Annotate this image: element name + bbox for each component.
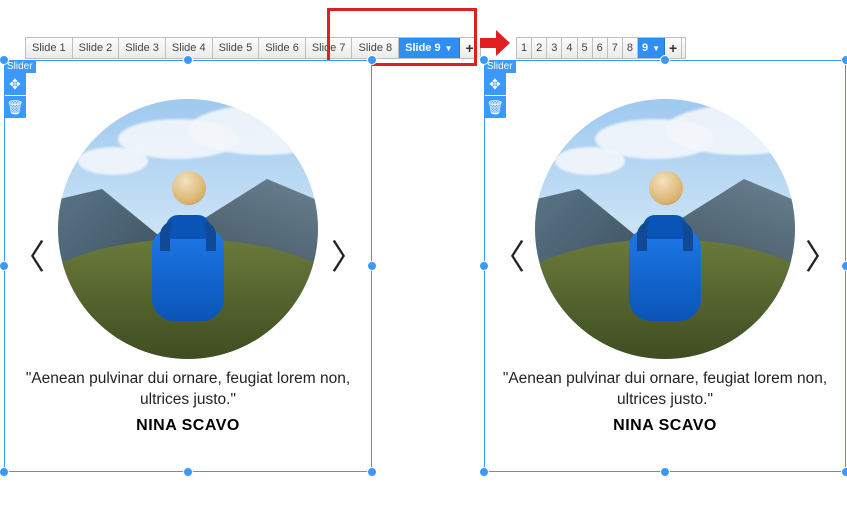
- tab-7[interactable]: 7: [608, 38, 623, 58]
- resize-handle[interactable]: [479, 261, 489, 271]
- slide-image: [58, 99, 318, 359]
- slider-widget-left[interactable]: Slider ✥ 🗑 〈 〉 "Aenean pulvinar dui orna…: [4, 60, 372, 472]
- tab-8[interactable]: 8: [623, 38, 638, 58]
- tab-slide-6[interactable]: Slide 6: [259, 38, 306, 58]
- prev-slide-button[interactable]: 〈: [11, 241, 45, 275]
- tab-slide-9-active[interactable]: Slide 9 ▼: [399, 38, 459, 58]
- tab-slide-5[interactable]: Slide 5: [213, 38, 260, 58]
- next-slide-button[interactable]: 〉: [331, 241, 365, 275]
- move-button[interactable]: ✥: [484, 73, 506, 95]
- add-slide-button[interactable]: +: [460, 38, 481, 58]
- widget-toolbox: ✥ 🗑: [484, 73, 506, 118]
- delete-button[interactable]: 🗑: [484, 96, 506, 118]
- resize-handle[interactable]: [367, 261, 377, 271]
- widget-toolbox: ✥ 🗑: [4, 73, 26, 118]
- tab-5[interactable]: 5: [578, 38, 593, 58]
- move-icon: ✥: [489, 76, 501, 93]
- next-slide-button[interactable]: 〉: [805, 241, 839, 275]
- slide-quote: "Aenean pulvinar dui ornare, feugiat lor…: [5, 369, 371, 411]
- annotation-arrow-icon: [480, 30, 510, 56]
- tab-label: Slide 9: [405, 42, 440, 54]
- move-icon: ✥: [9, 76, 21, 93]
- slide-author: NINA SCAVO: [485, 417, 845, 435]
- tab-slide-1[interactable]: Slide 1: [26, 38, 73, 58]
- tab-4[interactable]: 4: [562, 38, 577, 58]
- resize-handle[interactable]: [183, 55, 193, 65]
- widget-tag: Slider: [4, 60, 36, 73]
- trash-icon: 🗑: [6, 99, 24, 116]
- chevron-down-icon: ▼: [445, 44, 453, 53]
- chevron-down-icon: ▼: [652, 44, 660, 53]
- tab-3[interactable]: 3: [547, 38, 562, 58]
- slider-widget-right[interactable]: Slider ✥ 🗑 〈 〉 "Aenean pulvinar dui orna…: [484, 60, 846, 472]
- resize-handle[interactable]: [660, 467, 670, 477]
- resize-handle[interactable]: [841, 467, 847, 477]
- tab-slide-2[interactable]: Slide 2: [73, 38, 120, 58]
- slide-image: [535, 99, 795, 359]
- resize-handle[interactable]: [479, 467, 489, 477]
- delete-button[interactable]: 🗑: [4, 96, 26, 118]
- tab-slide-7[interactable]: Slide 7: [306, 38, 353, 58]
- slide-quote: "Aenean pulvinar dui ornare, feugiat lor…: [485, 369, 845, 411]
- resize-handle[interactable]: [183, 467, 193, 477]
- prev-slide-button[interactable]: 〈: [491, 241, 525, 275]
- trash-icon: 🗑: [486, 99, 504, 116]
- tab-9-active[interactable]: 9 ▼: [638, 38, 665, 58]
- tab-6[interactable]: 6: [593, 38, 608, 58]
- resize-handle[interactable]: [479, 55, 489, 65]
- resize-handle[interactable]: [367, 467, 377, 477]
- tab-1[interactable]: 1: [517, 38, 532, 58]
- tab-slide-8[interactable]: Slide 8: [352, 38, 399, 58]
- slide-tabs-full: Slide 1 Slide 2 Slide 3 Slide 4 Slide 5 …: [25, 37, 475, 59]
- move-button[interactable]: ✥: [4, 73, 26, 95]
- resize-handle[interactable]: [841, 261, 847, 271]
- slide-author: NINA SCAVO: [5, 417, 371, 435]
- tab-2[interactable]: 2: [532, 38, 547, 58]
- resize-handle[interactable]: [841, 55, 847, 65]
- tab-slide-3[interactable]: Slide 3: [119, 38, 166, 58]
- resize-handle[interactable]: [0, 261, 9, 271]
- tab-label: 9: [642, 42, 648, 54]
- resize-handle[interactable]: [367, 55, 377, 65]
- resize-handle[interactable]: [0, 467, 9, 477]
- resize-handle[interactable]: [660, 55, 670, 65]
- widget-tag: Slider: [484, 60, 516, 73]
